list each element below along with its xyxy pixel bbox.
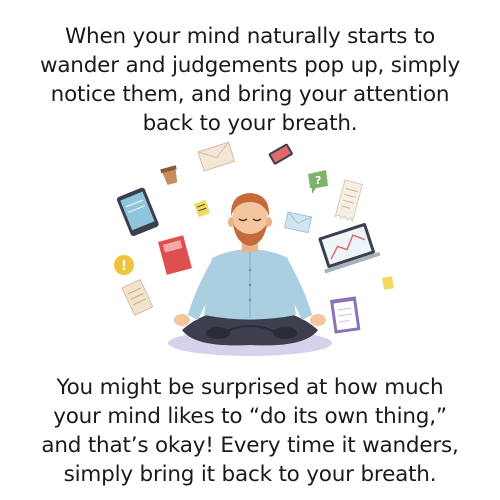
exclamation-bubble-icon: !: [114, 255, 134, 275]
sticky-note-icon: [382, 276, 394, 290]
svg-text:!: !: [121, 259, 127, 274]
document-icon: [121, 278, 154, 316]
instruction-text-bottom: You might be surprised at how much your …: [0, 373, 500, 489]
text-line: notice them, and bring your attention: [50, 82, 450, 107]
text-line: your mind likes to “do its own thing,”: [53, 404, 447, 429]
text-line: You might be surprised at how much: [56, 375, 444, 400]
sticky-note-icon: [194, 199, 211, 218]
tablet-icon: [116, 187, 159, 237]
notebook-icon: [158, 235, 192, 275]
text-line: back to your breath.: [142, 111, 358, 136]
text-line: When your mind naturally starts to: [64, 24, 436, 49]
envelope-icon: [197, 141, 236, 172]
coffee-cup-icon: [160, 165, 178, 186]
text-line: simply bring it back to your breath.: [63, 462, 437, 487]
text-line: wander and judgements pop up, simply: [39, 53, 461, 78]
phone-icon: [268, 143, 293, 165]
envelope-icon: [284, 211, 313, 234]
svg-text:?: ?: [315, 174, 321, 187]
receipt-icon: [334, 179, 363, 223]
instruction-text-top: When your mind naturally starts to wande…: [0, 22, 500, 138]
meditation-illustration: ? !: [114, 141, 394, 356]
laptop-chart-icon: [318, 223, 381, 274]
text-line: and that’s okay! Every time it wanders,: [41, 433, 459, 458]
clipboard-icon: [330, 296, 361, 334]
question-bubble-icon: ?: [308, 170, 328, 194]
